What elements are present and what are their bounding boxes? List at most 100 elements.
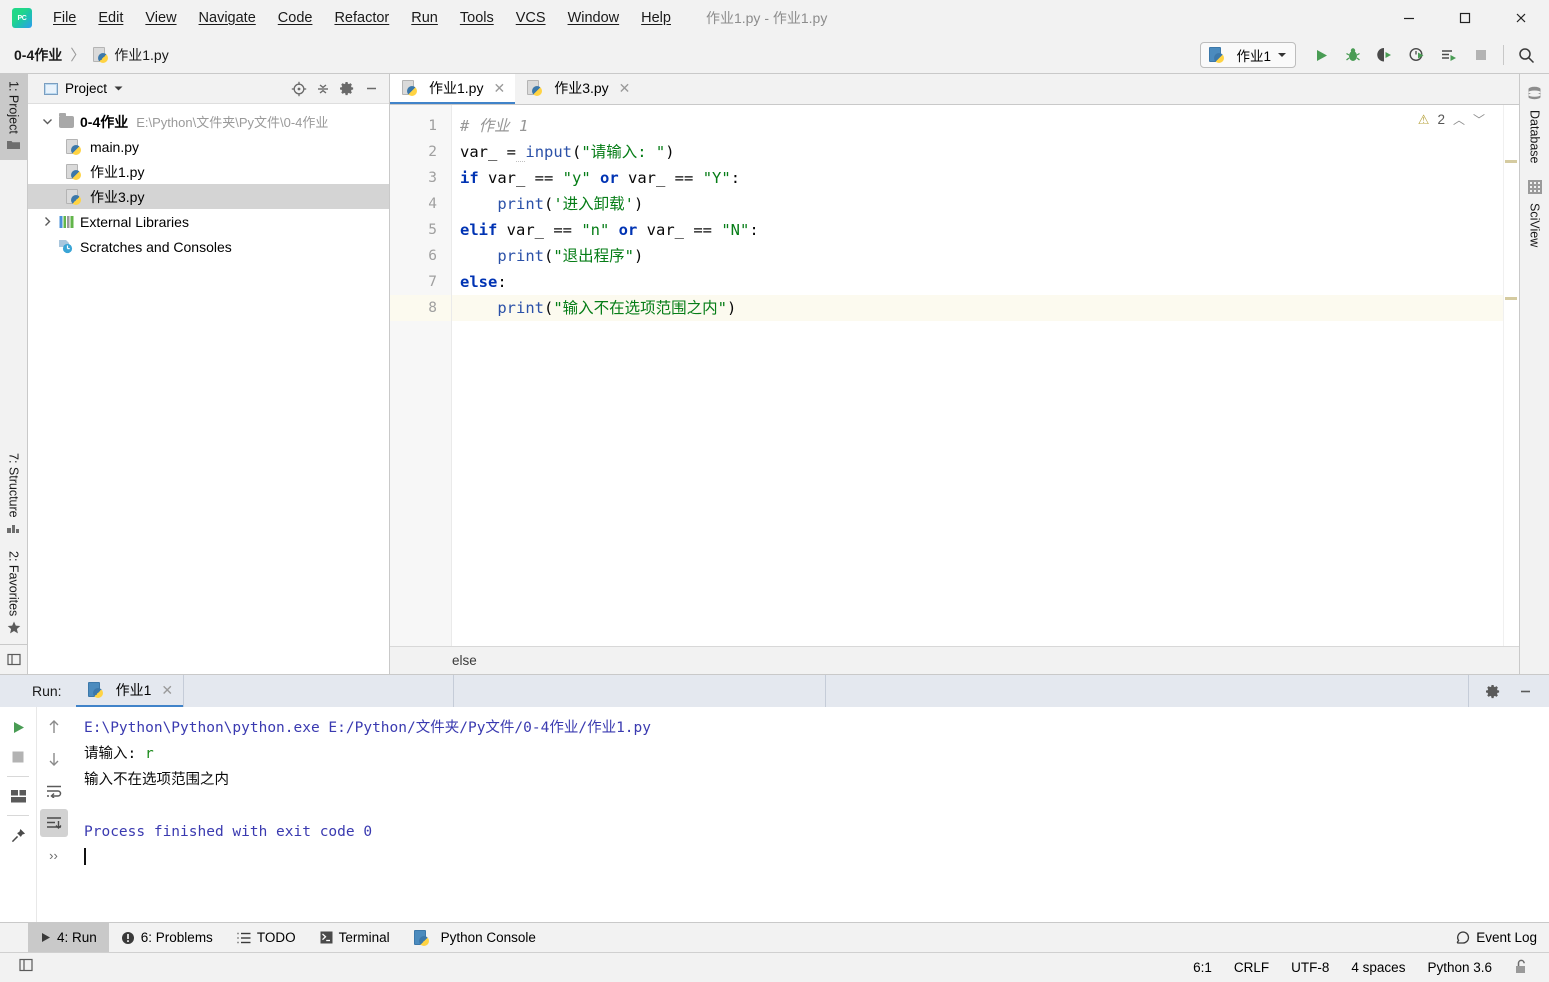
scroll-to-end-icon — [46, 817, 61, 829]
locate-file-button[interactable] — [287, 77, 311, 101]
tree-item-project-root[interactable]: 0-4作业 E:\Python\文件夹\Py文件\0-4作业 — [28, 109, 389, 134]
tree-item-zuoye1-py[interactable]: 作业1.py — [28, 159, 389, 184]
profile-button[interactable] — [1402, 40, 1432, 70]
pin-tab-button[interactable] — [4, 821, 32, 849]
prev-occurrence-button[interactable] — [40, 713, 68, 741]
code-editor[interactable]: 1 2 3 4 5 6 7 8 # 作业 1 var_ = input("请输入:… — [390, 105, 1519, 646]
run-with-console-button[interactable] — [1434, 40, 1464, 70]
hide-panel-button[interactable] — [359, 77, 383, 101]
chevron-down-icon[interactable]: ﹀ — [1473, 111, 1485, 128]
menu-file[interactable]: File — [42, 0, 87, 36]
run-coverage-button[interactable] — [1370, 40, 1400, 70]
bottom-tab-python-console[interactable]: Python Console — [402, 923, 548, 952]
editor-marker-rail[interactable] — [1503, 105, 1519, 646]
menu-window[interactable]: Window — [557, 0, 631, 36]
tree-item-scratches-consoles[interactable]: Scratches and Consoles — [28, 234, 389, 259]
line-separator[interactable]: CRLF — [1223, 960, 1280, 975]
console-caret-line[interactable] — [84, 845, 1549, 871]
bottom-tab-problems[interactable]: 6: Problems — [109, 923, 225, 952]
more-options-button[interactable]: ›› — [40, 841, 68, 869]
menu-help[interactable]: Help — [630, 0, 682, 36]
code-line[interactable]: print('进入卸载') — [452, 191, 1519, 217]
maximize-button[interactable] — [1437, 0, 1493, 36]
python-file-icon — [527, 80, 543, 96]
run-console-output[interactable]: E:\Python\Python\python.exe E:/Python/文件… — [70, 707, 1549, 922]
stop-button[interactable] — [1466, 40, 1496, 70]
scroll-to-end-button[interactable] — [39, 809, 68, 837]
search-everywhere-button[interactable] — [1511, 40, 1541, 70]
warning-marker[interactable] — [1505, 160, 1517, 163]
menu-vcs[interactable]: VCS — [505, 0, 557, 36]
bottom-tab-run[interactable]: 4: Run — [28, 923, 109, 952]
run-settings-button[interactable] — [1479, 677, 1507, 705]
code-line[interactable]: else: — [452, 269, 1519, 295]
event-log-button[interactable]: Event Log — [1456, 930, 1537, 945]
collapse-all-button[interactable] — [311, 77, 335, 101]
chevron-up-icon[interactable]: ︿ — [1453, 111, 1465, 128]
menu-view[interactable]: View — [134, 0, 187, 36]
menu-tools[interactable]: Tools — [449, 0, 505, 36]
code-token: elif — [460, 221, 498, 239]
tree-item-main-py[interactable]: main.py — [28, 134, 389, 159]
project-icon — [7, 139, 20, 153]
sidebar-item-database[interactable]: Database — [1527, 78, 1542, 172]
toggle-toolwindow-button[interactable] — [0, 644, 27, 674]
run-button[interactable] — [1306, 40, 1336, 70]
stop-process-button[interactable] — [4, 743, 32, 771]
soft-wrap-button[interactable] — [40, 777, 68, 805]
code-line[interactable]: var_ = input("请输入: ") — [452, 139, 1519, 165]
code-line[interactable]: elif var_ == "n" or var_ == "N": — [452, 217, 1519, 243]
breadcrumb-trail-label[interactable]: else — [452, 653, 477, 668]
minimize-button[interactable] — [1381, 0, 1437, 36]
close-icon[interactable]: ✕ — [161, 682, 173, 699]
rerun-button[interactable] — [4, 713, 32, 741]
sidebar-item-favorites[interactable]: 2: Favorites — [0, 544, 27, 644]
tree-item-zuoye3-py[interactable]: 作业3.py — [28, 184, 389, 209]
menu-run[interactable]: Run — [400, 0, 449, 36]
menu-refactor[interactable]: Refactor — [323, 0, 400, 36]
chevron-down-icon[interactable] — [38, 117, 56, 126]
menu-navigate[interactable]: Navigate — [188, 0, 267, 36]
layout-settings-button[interactable] — [4, 782, 32, 810]
editor-tab-zuoye1[interactable]: 作业1.py ✕ — [390, 74, 516, 104]
caret-position[interactable]: 6:1 — [1182, 960, 1223, 975]
indent-setting[interactable]: 4 spaces — [1340, 960, 1416, 975]
file-encoding[interactable]: UTF-8 — [1280, 960, 1340, 975]
hide-run-window-button[interactable] — [1511, 677, 1539, 705]
run-configuration-selector[interactable]: 作业1 — [1200, 42, 1296, 68]
menu-view-label: View — [145, 10, 177, 26]
close-icon[interactable]: ✕ — [619, 80, 631, 97]
chevron-right-icon[interactable] — [38, 216, 56, 227]
sidebar-item-structure[interactable]: 7: Structure — [0, 446, 27, 544]
code-token: "n" — [581, 221, 610, 239]
python-interpreter[interactable]: Python 3.6 — [1416, 960, 1503, 975]
sidebar-item-sciview[interactable]: SciView — [1527, 172, 1542, 255]
bottom-tab-todo[interactable]: TODO — [225, 923, 308, 952]
sidebar-item-project[interactable]: 1: Project — [0, 74, 27, 160]
next-occurrence-button[interactable] — [40, 745, 68, 773]
toggle-toolwindows-button[interactable] — [8, 958, 45, 977]
debug-button[interactable] — [1338, 40, 1368, 70]
breadcrumb-file[interactable]: 作业1.py — [93, 45, 169, 65]
tree-item-external-libraries[interactable]: External Libraries — [28, 209, 389, 234]
menu-edit[interactable]: Edit — [87, 0, 134, 36]
menu-code[interactable]: Code — [267, 0, 324, 36]
project-panel-title[interactable]: Project — [44, 81, 123, 96]
bottom-tab-terminal[interactable]: Terminal — [308, 923, 402, 952]
code-line[interactable]: print("退出程序") — [452, 243, 1519, 269]
close-button[interactable] — [1493, 0, 1549, 36]
project-settings-button[interactable] — [335, 77, 359, 101]
code-line[interactable]: print("输入不在选项范围之内") — [452, 295, 1519, 321]
warning-marker[interactable] — [1505, 297, 1517, 300]
breadcrumb-project[interactable]: 0-4作业 — [14, 45, 62, 65]
run-tab-zuoye1[interactable]: 作业1 ✕ — [75, 675, 184, 707]
code-line[interactable]: # 作业 1 — [452, 113, 1519, 139]
readonly-toggle-button[interactable] — [1503, 959, 1539, 977]
run-header-filler-3 — [825, 675, 1468, 707]
line-number: 4 — [428, 196, 437, 212]
code-line[interactable]: if var_ == "y" or var_ == "Y": — [452, 165, 1519, 191]
editor-tab-zuoye3[interactable]: 作业3.py ✕ — [515, 74, 640, 104]
close-icon[interactable]: ✕ — [493, 80, 505, 97]
code-content[interactable]: # 作业 1 var_ = input("请输入: ") if var_ == "y… — [452, 105, 1519, 646]
